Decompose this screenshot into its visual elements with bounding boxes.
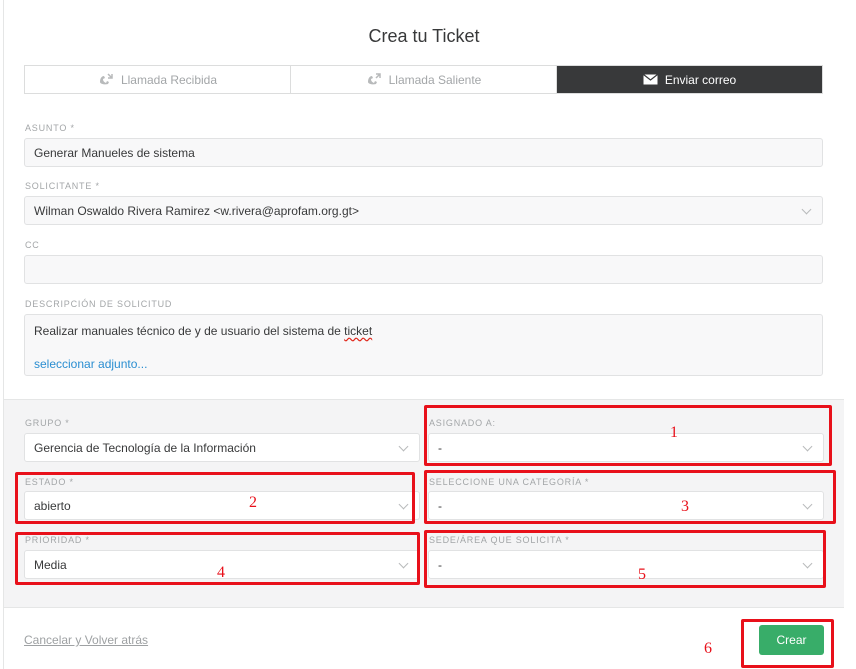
descripcion-textarea[interactable]: Realizar manuales técnico de y de usuari… [24, 314, 823, 376]
misspelled-word: ticket [344, 324, 373, 338]
annotation-number-3: 3 [681, 498, 689, 515]
tab-enviar-correo[interactable]: Enviar correo [557, 66, 822, 93]
descripcion-text: Realizar manuales técnico de y de usuari… [34, 324, 372, 338]
solicitante-label: SOLICITANTE * [25, 181, 100, 191]
cancel-back-link[interactable]: Cancelar y Volver atrás [24, 633, 148, 647]
phone-incoming-icon [98, 72, 114, 87]
envelope-icon [642, 74, 658, 85]
chevron-down-icon [801, 204, 812, 215]
asunto-input[interactable]: Generar Manueles de sistema [24, 138, 823, 167]
annotation-number-4: 4 [217, 564, 225, 581]
grupo-label: GRUPO * [25, 418, 70, 428]
page-title: Crea tu Ticket [368, 26, 480, 46]
cc-input[interactable] [24, 255, 823, 284]
annotation-number-5: 5 [638, 566, 646, 583]
attach-file-link[interactable]: seleccionar adjunto... [34, 357, 147, 371]
ticket-type-tabs: Llamada Recibida Llamada Saliente Enviar… [24, 65, 823, 94]
phone-outgoing-icon [366, 72, 382, 87]
annotation-box-1 [424, 405, 832, 466]
tab-llamada-recibida[interactable]: Llamada Recibida [25, 66, 291, 93]
annotation-box-3 [424, 470, 836, 524]
annotation-number-6: 6 [704, 640, 712, 657]
asunto-value: Generar Manueles de sistema [34, 145, 195, 160]
grupo-value: Gerencia de Tecnología de la Información [34, 440, 256, 455]
cc-label: CC [25, 240, 40, 250]
chevron-down-icon [398, 441, 409, 452]
tab-label: Enviar correo [664, 72, 737, 87]
grupo-select[interactable]: Gerencia de Tecnología de la Información [24, 433, 420, 462]
solicitante-value: Wilman Oswaldo Rivera Ramirez <w.rivera@… [34, 203, 359, 218]
annotation-number-2: 2 [249, 494, 257, 511]
annotation-box-5 [424, 530, 826, 588]
annotation-box-6 [741, 619, 834, 668]
tab-label: Llamada Saliente [388, 72, 482, 87]
annotation-number-1: 1 [670, 424, 678, 441]
tab-label: Llamada Recibida [120, 72, 218, 87]
tab-llamada-saliente[interactable]: Llamada Saliente [291, 66, 557, 93]
annotation-box-2 [15, 472, 415, 524]
descripcion-text-main: Realizar manuales técnico de y de usuari… [34, 324, 345, 338]
descripcion-label: DESCRIPCIÓN DE SOLICITUD [25, 299, 173, 309]
asunto-label: ASUNTO * [25, 123, 75, 133]
solicitante-select[interactable]: Wilman Oswaldo Rivera Ramirez <w.rivera@… [24, 196, 823, 225]
